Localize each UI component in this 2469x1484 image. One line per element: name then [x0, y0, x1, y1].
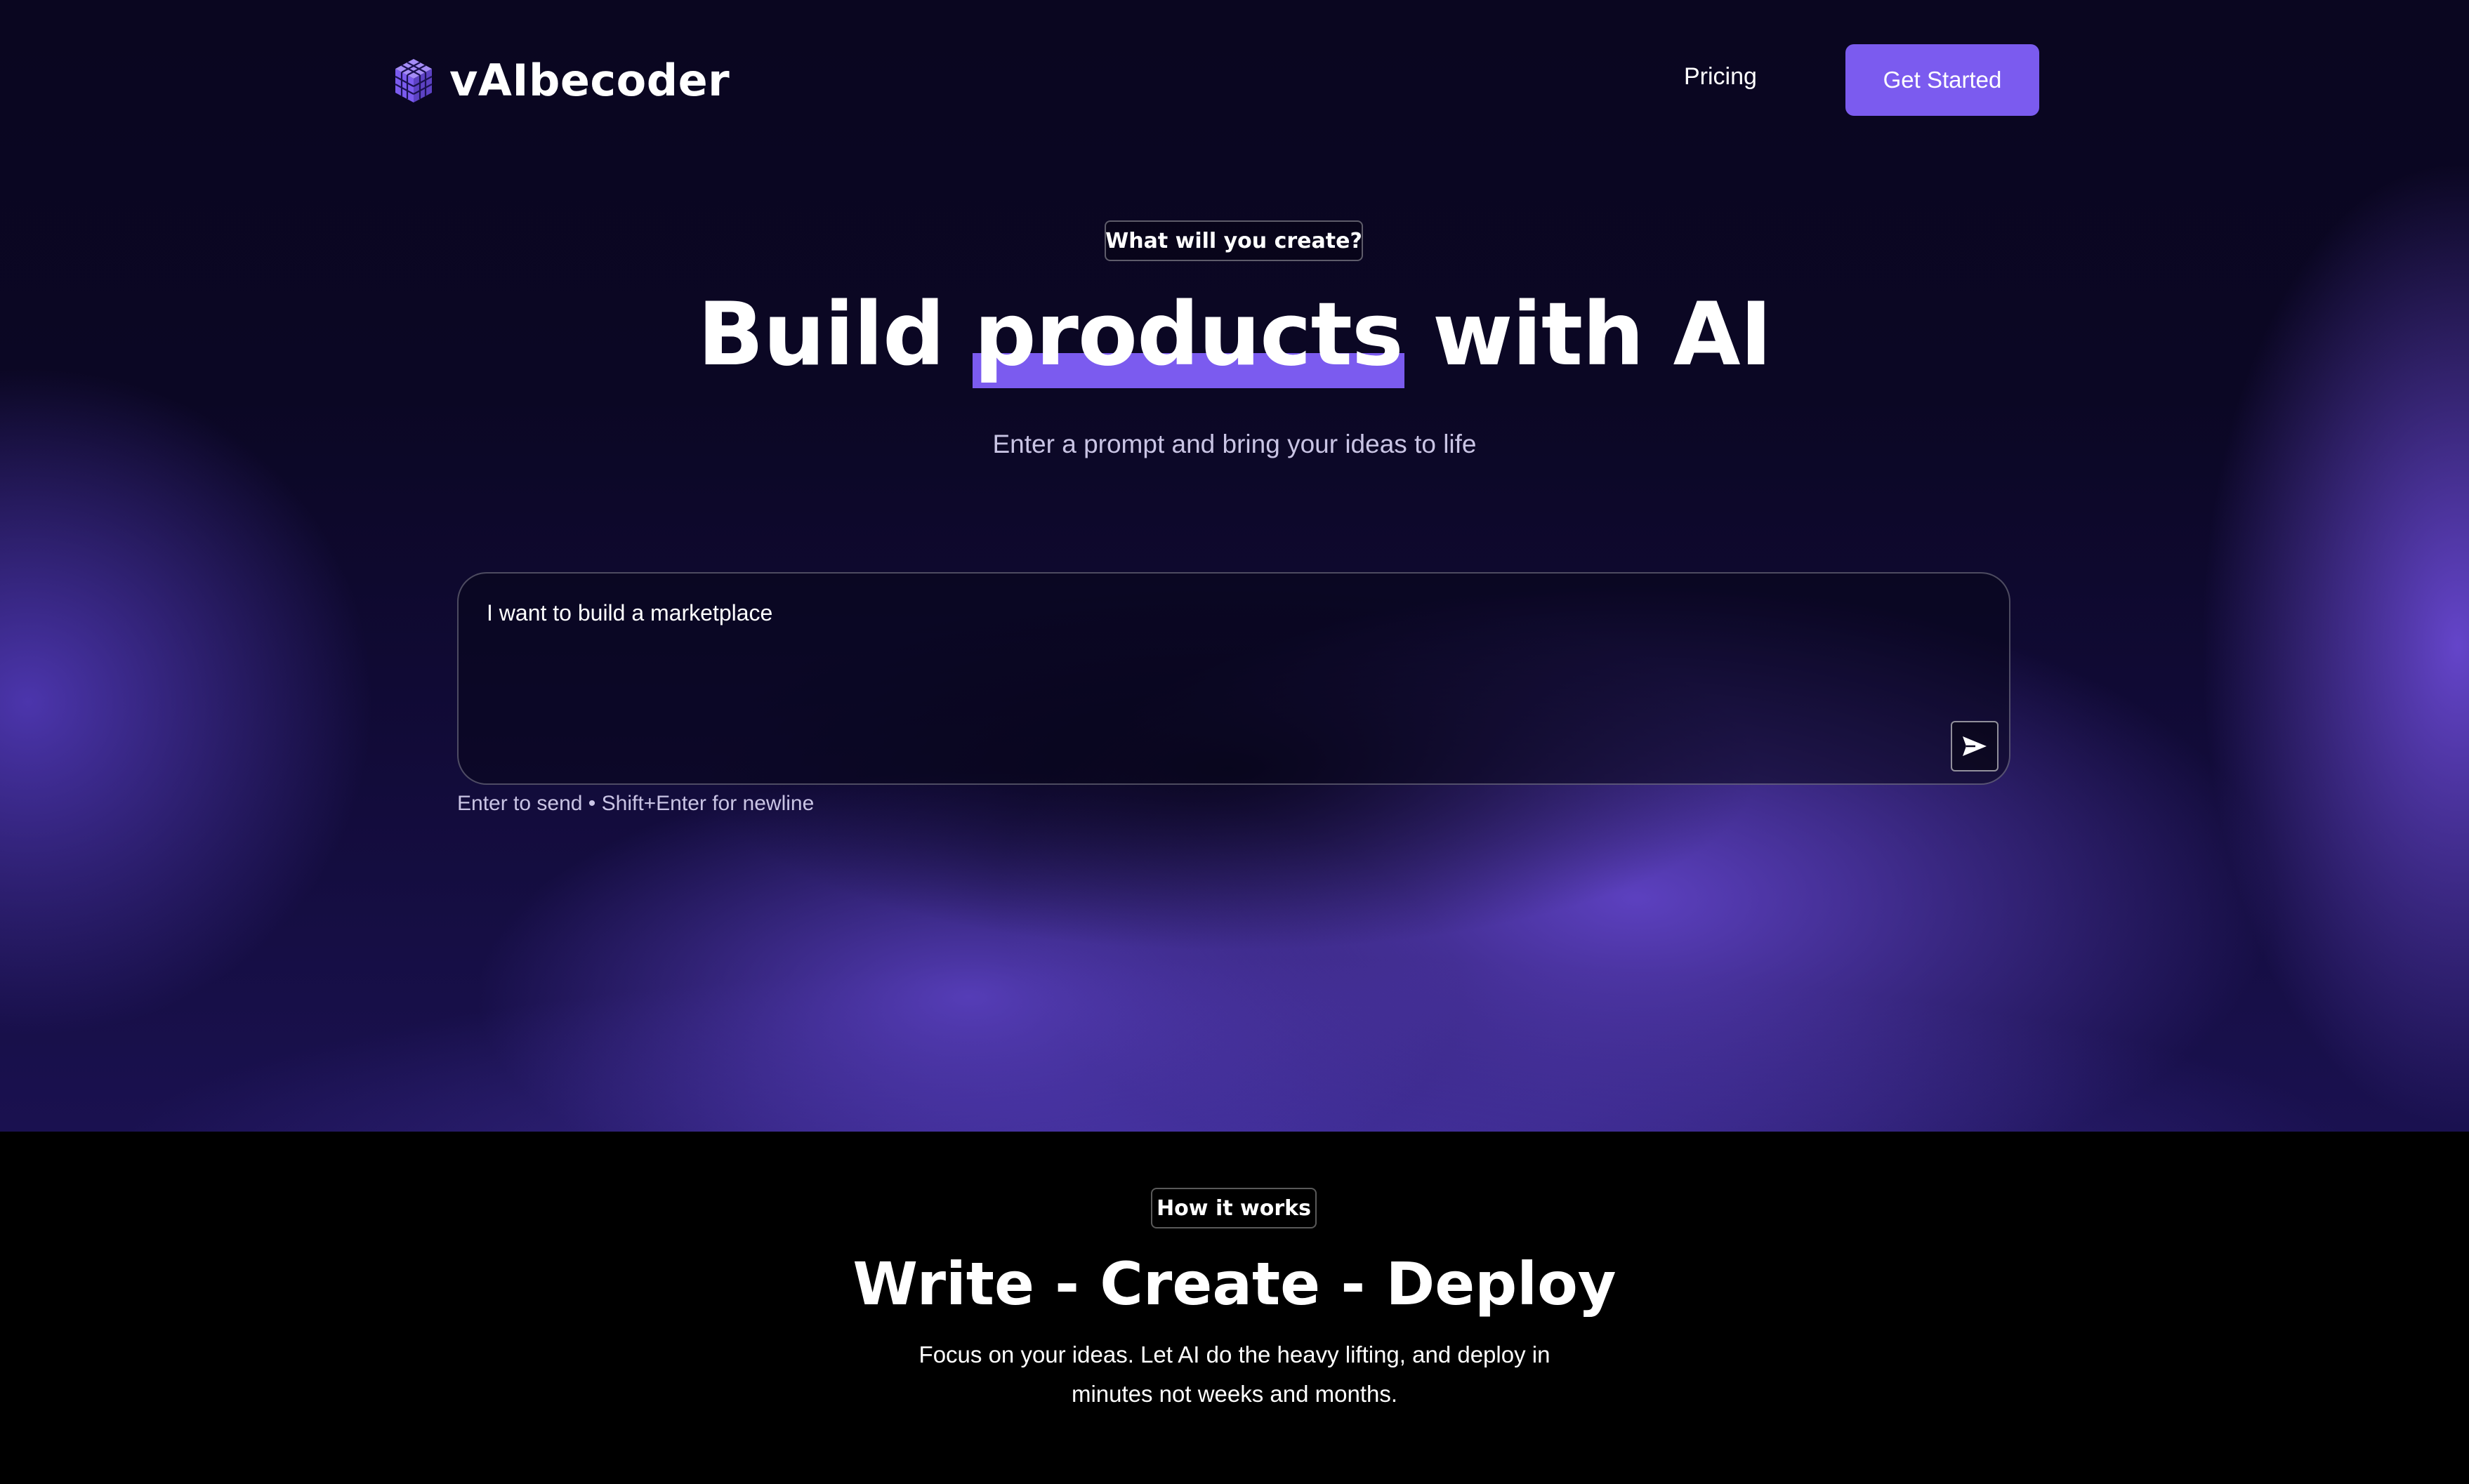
- hero-title-highlight: products: [972, 284, 1404, 388]
- how-it-works-tag: How it works: [1151, 1188, 1317, 1228]
- hero-title-before: Build: [697, 284, 974, 385]
- get-started-button[interactable]: Get Started: [1845, 44, 2039, 116]
- hero-title-after: with AI: [1402, 284, 1772, 385]
- prompt-hint: Enter to send • Shift+Enter for newline: [457, 792, 815, 815]
- send-button[interactable]: [1951, 721, 1999, 771]
- brand-name: vAIbecoder: [449, 55, 730, 106]
- prompt-input[interactable]: I want to build a marketplace: [487, 600, 1891, 741]
- hero-section: vAIbecoder Pricing Get Started What will…: [0, 0, 2469, 1132]
- brand[interactable]: vAIbecoder: [393, 55, 730, 106]
- hero-tag: What will you create?: [1105, 220, 1363, 261]
- hero-title: Build products with AI: [0, 284, 2469, 388]
- how-it-works-title: Write - Create - Deploy: [852, 1250, 1617, 1318]
- nav-link-pricing[interactable]: Pricing: [1684, 63, 1757, 91]
- cube-logo-icon: [395, 58, 433, 102]
- how-it-works-description: Focus on your ideas. Let AI do the heavy…: [919, 1341, 1550, 1407]
- send-arrow-icon: [1963, 736, 1987, 756]
- prompt-box: I want to build a marketplace: [457, 572, 2010, 785]
- hero-subtitle: Enter a prompt and bring your ideas to l…: [992, 430, 1477, 458]
